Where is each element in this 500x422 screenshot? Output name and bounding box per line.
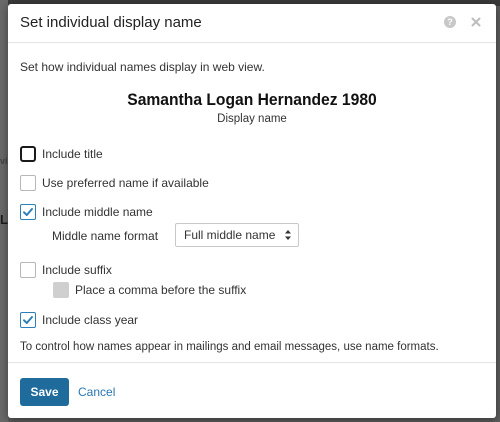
- display-name-preview: Samantha Logan Hernandez 1980: [127, 90, 377, 109]
- include-title-checkbox[interactable]: [20, 146, 36, 162]
- backdrop-strip: [0, 0, 8, 422]
- middle-name-format-select[interactable]: Full middle name: [175, 223, 299, 247]
- backdrop-text-fragment: L: [0, 212, 8, 227]
- dialog-footer: Save Cancel: [8, 362, 496, 418]
- save-button[interactable]: Save: [20, 378, 69, 406]
- display-name-dialog: Set individual display name ? Set how in…: [8, 4, 496, 418]
- select-arrows-icon: [285, 230, 291, 240]
- middle-name-checkbox[interactable]: [20, 204, 36, 220]
- middle-name-format-label: Middle name format: [52, 229, 159, 243]
- suffix-checkbox[interactable]: [20, 262, 36, 278]
- close-icon[interactable]: [468, 14, 484, 30]
- dialog-header: Set individual display name ?: [8, 4, 496, 43]
- include-title-label: Include title: [42, 147, 103, 161]
- middle-name-format-value: Full middle name: [184, 228, 276, 242]
- svg-text:?: ?: [447, 17, 453, 27]
- intro-text: Set how individual names display in web …: [20, 60, 265, 74]
- suffix-option[interactable]: Include suffix: [20, 262, 112, 278]
- suffix-comma-option[interactable]: Place a comma before the suffix: [53, 282, 246, 298]
- help-icon[interactable]: ?: [442, 14, 458, 30]
- preferred-name-option[interactable]: Use preferred name if available: [20, 175, 209, 191]
- middle-name-option[interactable]: Include middle name: [20, 204, 153, 220]
- dialog-title: Set individual display name: [20, 14, 202, 31]
- checkmark-icon: [23, 316, 33, 324]
- class-year-checkbox[interactable]: [20, 312, 36, 328]
- middle-name-label: Include middle name: [42, 205, 153, 219]
- backdrop-text-fragment: vi: [0, 156, 8, 166]
- display-name-caption: Display name: [217, 113, 287, 125]
- preferred-name-label: Use preferred name if available: [42, 176, 209, 190]
- class-year-label: Include class year: [42, 313, 139, 327]
- suffix-comma-checkbox[interactable]: [53, 282, 69, 298]
- checkmark-icon: [23, 208, 33, 216]
- cancel-link[interactable]: Cancel: [78, 385, 115, 399]
- preferred-name-checkbox[interactable]: [20, 175, 36, 191]
- suffix-label: Include suffix: [42, 263, 112, 277]
- include-title-option[interactable]: Include title: [20, 146, 103, 162]
- name-formats-note: To control how names appear in mailings …: [20, 341, 439, 353]
- suffix-comma-label: Place a comma before the suffix: [75, 283, 247, 297]
- class-year-option[interactable]: Include class year: [20, 312, 138, 328]
